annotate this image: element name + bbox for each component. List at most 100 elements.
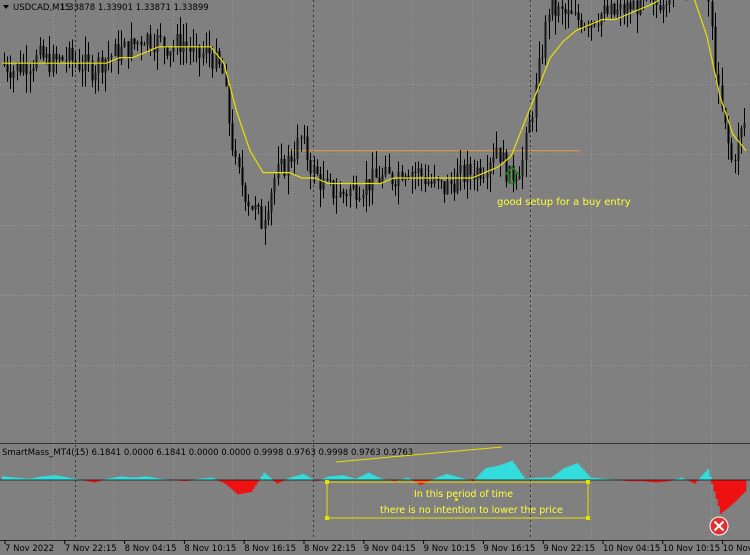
candle-body — [482, 177, 485, 179]
histogram-bar-positive — [700, 476, 703, 480]
chart-window: 7 Nov 2022 7 Nov 22:15 8 Nov 04:15 8 Nov 10… — [0, 0, 750, 555]
histogram-bar-negative — [715, 480, 719, 499]
candle-body — [538, 58, 541, 85]
candle-body — [659, 5, 662, 11]
candle-body — [58, 56, 61, 60]
candle-body — [97, 57, 100, 73]
candle-body — [143, 44, 146, 46]
candle-body — [81, 69, 84, 71]
candle-body — [420, 168, 423, 177]
histogram-bar-negative — [226, 480, 229, 486]
histogram-bar-negative — [234, 480, 238, 493]
candle-body — [554, 0, 557, 16]
close-icon[interactable] — [709, 516, 729, 536]
candle-body — [727, 122, 730, 144]
candle-body — [662, 5, 665, 11]
candle-body — [349, 188, 352, 197]
candle-body — [567, 10, 570, 14]
histogram-bar-positive — [265, 474, 268, 480]
candle-body — [636, 0, 639, 15]
candle-body — [574, 12, 577, 14]
candle-body — [247, 201, 250, 207]
candle-body — [29, 71, 32, 75]
candle-body — [42, 45, 45, 58]
candle-body — [244, 185, 247, 202]
histogram-bar-negative — [228, 480, 231, 488]
time-label: 10 Nov 04:15 — [603, 544, 660, 554]
candle-body — [176, 34, 179, 47]
histogram-bar-positive — [519, 472, 523, 480]
candle-body — [107, 57, 110, 60]
histogram-bar-positive — [295, 475, 299, 480]
candle-body — [531, 117, 534, 123]
candle-body — [172, 46, 175, 52]
candle-body — [476, 167, 479, 180]
candle-body — [564, 8, 567, 14]
candle-body — [19, 63, 22, 73]
candle-body — [551, 0, 554, 15]
ohlc-readout: 1.33878 1.33901 1.33871 1.33899 — [60, 3, 209, 13]
time-label: 9 Nov 16:15 — [483, 544, 535, 554]
candle-body — [273, 178, 276, 193]
histogram-bar-positive — [371, 474, 375, 480]
candle-body — [639, 0, 642, 15]
candle-body — [303, 136, 306, 138]
candle-body — [146, 34, 149, 45]
candle-body — [714, 26, 717, 75]
candle-body — [280, 158, 283, 165]
histogram-bar-positive — [62, 476, 66, 480]
histogram-bar-positive — [521, 475, 525, 480]
price-chart[interactable]: 7 Nov 2022 7 Nov 22:15 8 Nov 04:15 8 Nov 10… — [0, 0, 750, 555]
time-label: 8 Nov 10:15 — [184, 544, 236, 554]
histogram-bar-positive — [6, 476, 9, 480]
candle-body — [283, 158, 286, 176]
box-text-line2: there is no intention to lower the price — [380, 505, 563, 516]
candle-body — [127, 41, 130, 59]
histogram-bar-positive — [128, 477, 131, 480]
candle-body — [326, 178, 329, 181]
time-label: 8 Nov 16:15 — [244, 544, 296, 554]
candle-body — [561, 6, 564, 9]
histogram-bar-positive — [4, 476, 7, 480]
candle-body — [430, 181, 433, 184]
histogram-bar-positive — [2, 476, 5, 480]
candle-body — [270, 192, 273, 212]
indicator-label: SmartMass_MT4(15) 6.1841 0.0000 6.1841 0… — [2, 448, 413, 458]
candle-body — [78, 63, 81, 70]
histogram-bar-positive — [330, 476, 333, 480]
histogram-bar-positive — [578, 465, 581, 480]
histogram-bar-positive — [291, 477, 294, 480]
candle-body — [629, 2, 632, 10]
candle-body — [603, 5, 606, 14]
candle-body — [427, 181, 430, 185]
candle-body — [84, 54, 87, 71]
candle-body — [169, 51, 172, 56]
histogram-bar-positive — [552, 476, 555, 480]
candle-body — [469, 163, 472, 175]
histogram-bar-positive — [489, 467, 492, 480]
candle-body — [55, 53, 58, 60]
histogram-bar-negative — [236, 480, 240, 495]
histogram-bar-positive — [511, 460, 514, 480]
candle-body — [211, 53, 214, 69]
candle-body — [267, 211, 270, 221]
candle-body — [384, 166, 387, 175]
candle-body — [730, 143, 733, 160]
histogram-bar-positive — [267, 476, 270, 480]
histogram-bar-positive — [558, 471, 562, 480]
histogram-bar-negative — [717, 480, 721, 507]
histogram-bar-negative — [276, 480, 279, 484]
candle-body — [205, 47, 208, 54]
buy-setup-annotation: good setup for a buy entry — [497, 197, 631, 208]
histogram-bar-negative — [724, 480, 727, 510]
candle-body — [489, 162, 492, 174]
candle-body — [123, 41, 126, 47]
histogram-bar-positive — [343, 475, 347, 480]
main-pane[interactable] — [0, 0, 750, 443]
candle-body — [16, 63, 19, 71]
candle-body — [528, 122, 531, 133]
histogram-bar-positive — [704, 471, 708, 480]
candle-body — [159, 35, 162, 38]
histogram-bar-positive — [302, 474, 305, 480]
candle-body — [264, 220, 267, 229]
